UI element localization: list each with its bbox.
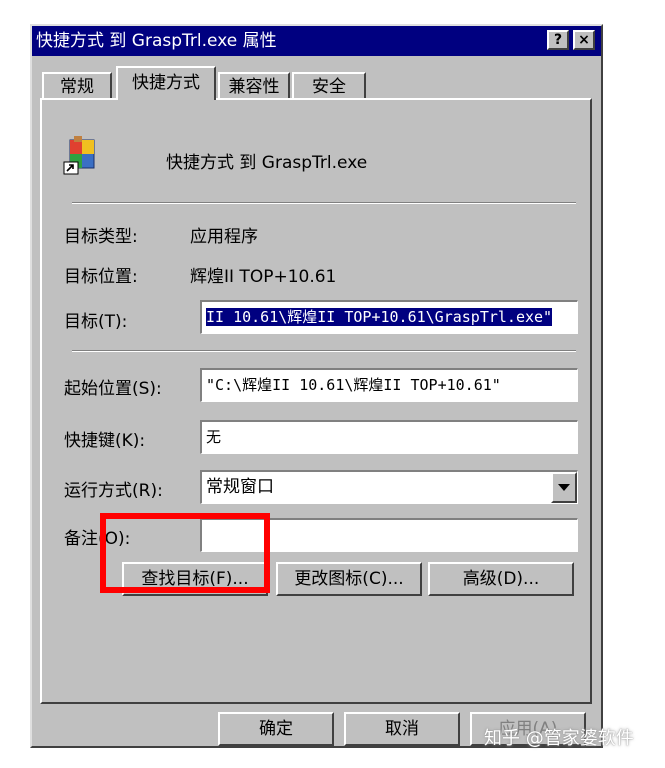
cancel-button[interactable]: 取消 <box>344 712 460 746</box>
run-select-value: 常规窗口 <box>206 477 274 497</box>
highlight-box <box>100 513 270 593</box>
target-location-label: 目标位置: <box>64 267 138 287</box>
change-icon-button[interactable]: 更改图标(C)... <box>276 562 422 596</box>
target-location-value: 辉煌II TOP+10.61 <box>190 267 337 287</box>
target-label: 目标(T): <box>64 312 128 332</box>
separator-top <box>72 202 576 204</box>
run-select[interactable]: 常规窗口 <box>200 470 578 504</box>
run-label: 运行方式(R): <box>64 481 163 501</box>
advanced-button[interactable]: 高级(D)... <box>428 562 574 596</box>
tab-shortcut[interactable]: 快捷方式 <box>116 66 216 100</box>
tab-compatibility[interactable]: 兼容性 <box>218 72 290 98</box>
shortcut-key-input[interactable]: 无 <box>200 420 578 454</box>
start-in-label: 起始位置(S): <box>64 379 162 399</box>
title-bar: 快捷方式 到 GraspTrl.exe 属性 ? × <box>32 26 601 56</box>
help-button[interactable]: ? <box>547 30 569 50</box>
ok-button[interactable]: 确定 <box>218 712 334 746</box>
tab-general[interactable]: 常规 <box>42 72 112 98</box>
separator-middle <box>72 350 576 352</box>
tab-security[interactable]: 安全 <box>292 72 366 98</box>
shortcut-panel: 快捷方式 到 GraspTrl.exe 目标类型: 应用程序 目标位置: 辉煌I… <box>40 98 592 704</box>
target-type-value: 应用程序 <box>190 227 258 247</box>
close-button[interactable]: × <box>573 30 595 50</box>
start-in-input[interactable]: "C:\辉煌II 10.61\辉煌II TOP+10.61" <box>200 368 578 402</box>
properties-dialog: 快捷方式 到 GraspTrl.exe 属性 ? × 常规 快捷方式 兼容性 安… <box>30 24 603 748</box>
run-dropdown-button[interactable] <box>551 472 577 503</box>
window-title: 快捷方式 到 GraspTrl.exe 属性 <box>36 31 277 51</box>
target-input-value: II 10.61\辉煌II TOP+10.61\GraspTrl.exe" <box>206 308 553 326</box>
application-shortcut-icon <box>62 134 102 176</box>
shortcut-key-label: 快捷键(K): <box>64 431 146 451</box>
target-type-label: 目标类型: <box>64 227 138 247</box>
watermark: 知乎 @管家婆软件 <box>484 728 634 749</box>
target-input[interactable]: II 10.61\辉煌II TOP+10.61\GraspTrl.exe" <box>200 300 578 334</box>
chevron-down-icon <box>558 484 570 491</box>
shortcut-name: 快捷方式 到 GraspTrl.exe <box>166 153 368 173</box>
